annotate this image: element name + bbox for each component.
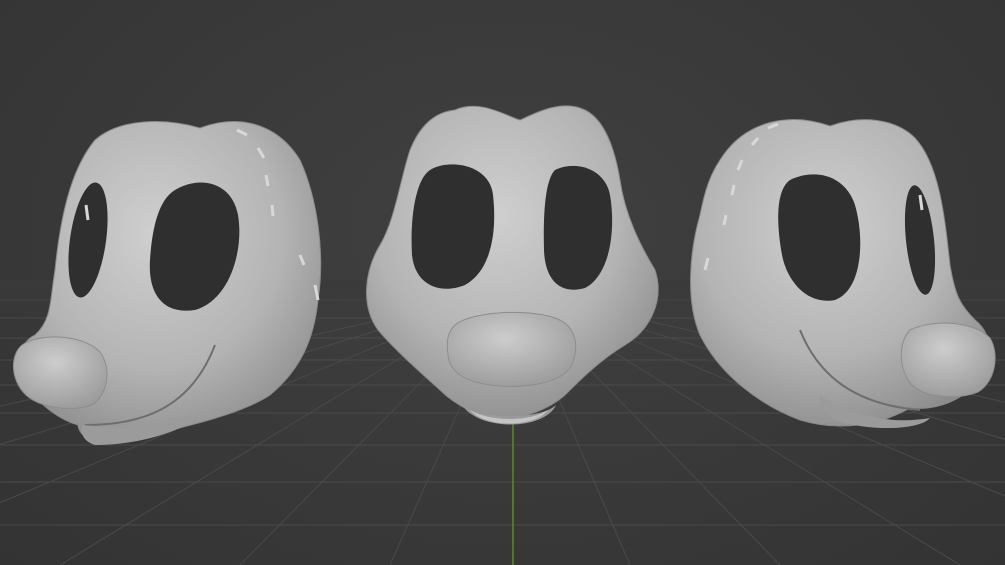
mask-center[interactable]: [366, 105, 659, 425]
3d-viewport[interactable]: [0, 0, 1005, 565]
viewport-scene: [0, 105, 1005, 565]
mask-right[interactable]: [690, 119, 996, 429]
mask-left[interactable]: [13, 121, 322, 445]
